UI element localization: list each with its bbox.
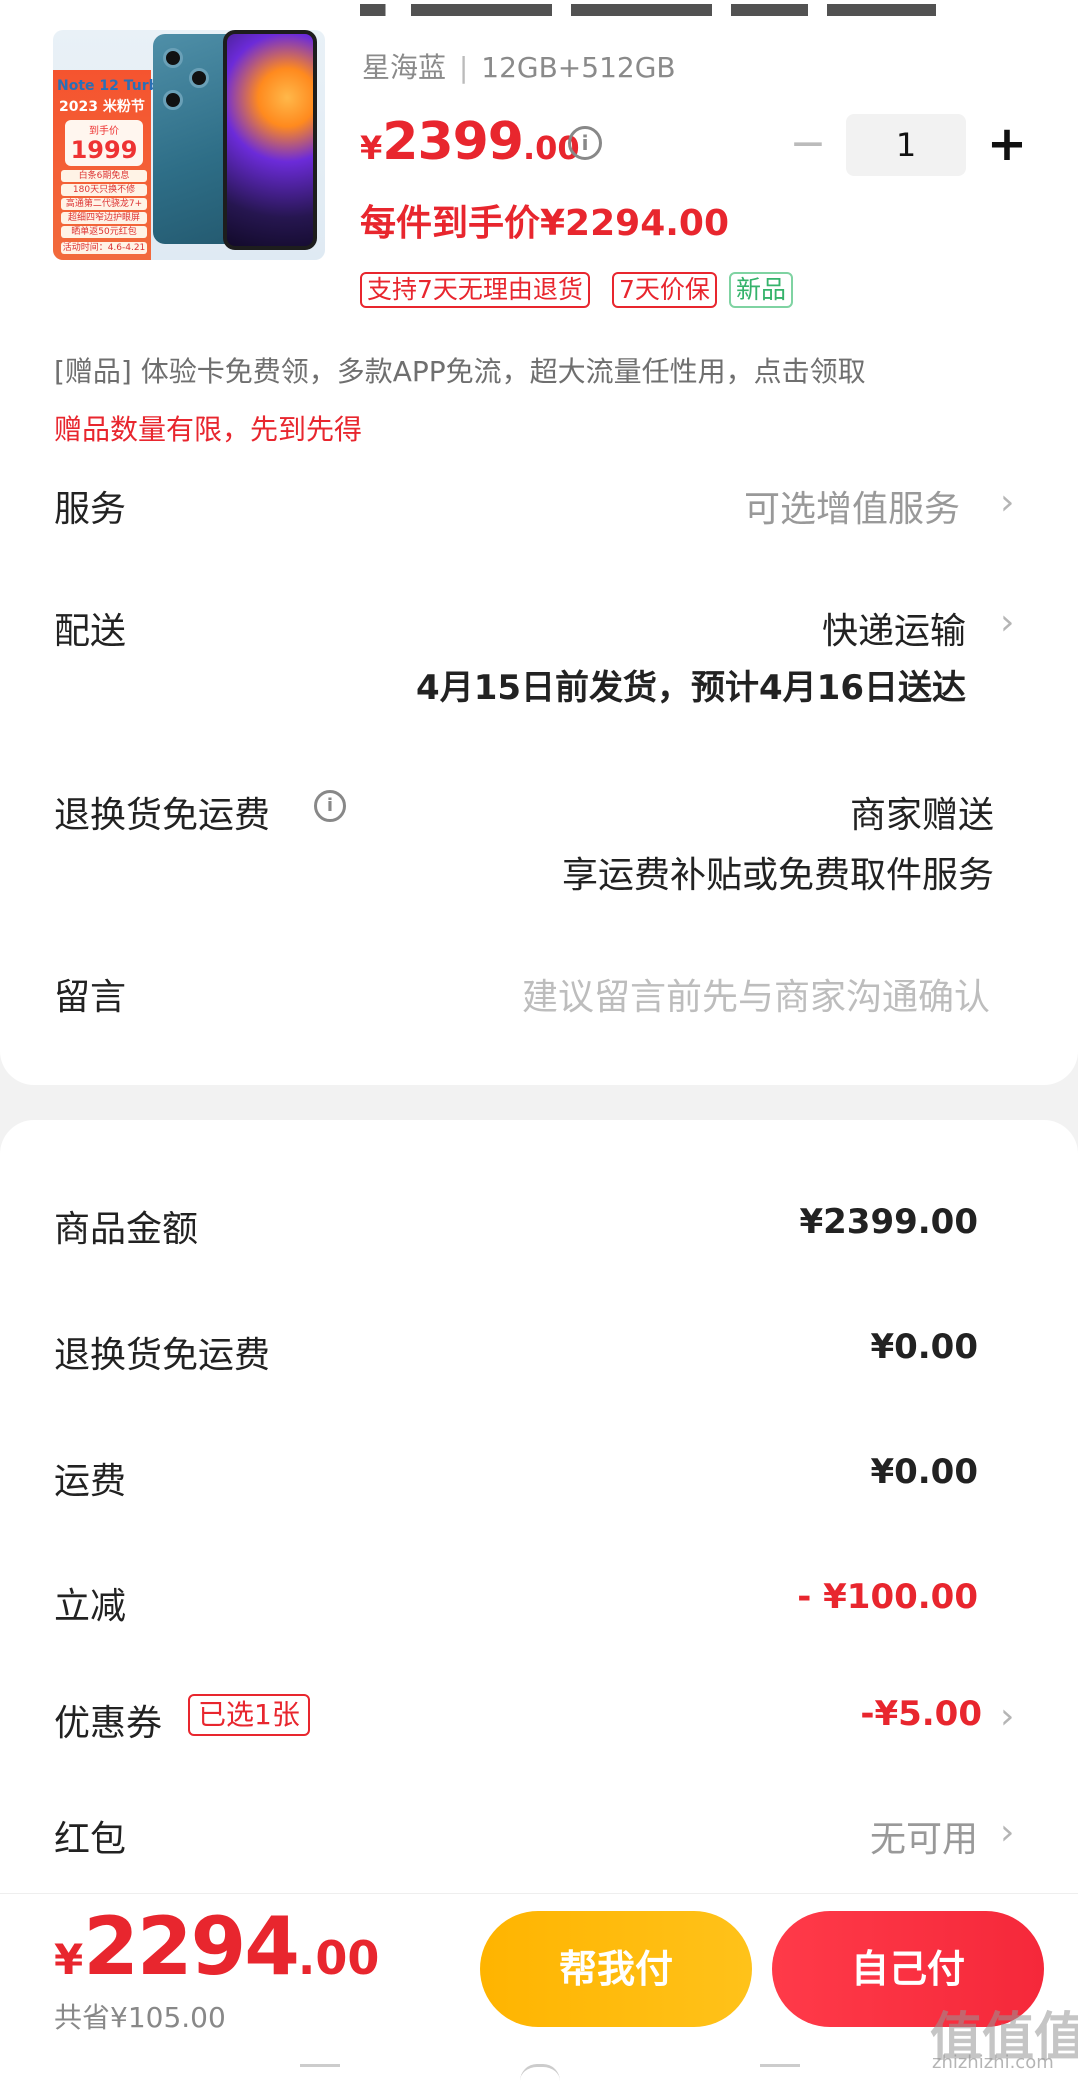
instant-discount-label: 立减 <box>54 1586 127 1627</box>
info-icon[interactable]: i <box>314 790 346 822</box>
gift-info[interactable]: [赠品] 体验卡免费领，多款APP免流，超大流量任性用，点击领取 <box>54 350 866 390</box>
phone-screen-illustration <box>223 30 317 250</box>
promo-price-box: 到手价 1999 <box>65 120 143 166</box>
nav-recent-icon[interactable] <box>760 2064 800 2081</box>
chevron-right-icon[interactable]: › <box>1000 1812 1014 1853</box>
promo-line: 180天只换不修 <box>61 184 147 196</box>
return-shipping-value: 商家赠送 <box>849 795 994 836</box>
product-title-clipped <box>360 4 1000 28</box>
camera-lens-icon <box>163 48 183 68</box>
instant-discount-value: - ¥100.00 <box>797 1577 978 1617</box>
coupon-label: 优惠券 <box>54 1703 163 1744</box>
goods-amount-value: ¥2399.00 <box>799 1202 978 1242</box>
promo-line: 活动时间：4.6-4.21 <box>61 242 147 254</box>
red-packet-value[interactable]: 无可用 <box>870 1810 978 1862</box>
camera-lens-icon <box>189 68 209 88</box>
promo-price-label: 到手价 <box>89 126 119 137</box>
coupon-selected-badge[interactable]: 已选1张 <box>188 1694 310 1736</box>
promo-price: 1999 <box>70 136 138 164</box>
watermark-url: zhizhizhi.com <box>932 2052 1054 2073</box>
spec-color: 星海蓝 <box>362 51 447 84</box>
red-packet-label: 红包 <box>54 1819 127 1860</box>
nav-back-icon[interactable] <box>300 2064 340 2081</box>
product-spec[interactable]: 星海蓝 | 12GB+512GB <box>362 46 676 86</box>
tag-new-product: 新品 <box>729 272 794 308</box>
promo-line: 高通第二代骁龙7+ <box>61 198 147 210</box>
delivery-label: 配送 <box>54 611 127 652</box>
promo-line: 晒单返50元红包 <box>61 226 147 238</box>
coupon-value[interactable]: -¥5.00 <box>860 1694 982 1734</box>
tag-price-protect: 7天价保 <box>612 272 717 308</box>
help-pay-button[interactable]: 帮我付 <box>480 1911 752 2027</box>
return-shipping-label: 退换货免运费 <box>54 795 271 836</box>
promo-model-text: Note 12 Turbo <box>57 78 169 94</box>
total-price: ¥2294.00 <box>54 1900 379 1993</box>
info-icon[interactable]: i <box>568 126 602 160</box>
promo-line: 超细四窄边护眼屏 <box>61 212 147 224</box>
chevron-right-icon[interactable]: › <box>1000 602 1014 643</box>
service-value[interactable]: 可选增值服务 <box>744 480 960 532</box>
price-integer: 2399 <box>382 112 524 172</box>
return-shipping-detail: 享运费补贴或免费取件服务 <box>561 855 994 896</box>
price-currency: ¥ <box>360 129 383 167</box>
total-integer: 2294 <box>83 1900 300 1993</box>
total-saved: 共省¥105.00 <box>54 2001 226 2034</box>
total-decimal: .00 <box>297 1931 380 1985</box>
quantity-input[interactable]: 1 <box>846 114 966 176</box>
spec-storage: 12GB+512GB <box>481 51 676 84</box>
shipping-fee-label: 运费 <box>54 1461 127 1502</box>
message-input[interactable]: 建议留言前先与商家沟通确认 <box>522 968 990 1020</box>
camera-lens-icon <box>163 90 183 110</box>
price-per-item: 每件到手价¥2294.00 <box>360 203 730 244</box>
chevron-right-icon[interactable]: › <box>1000 482 1014 523</box>
return-fee-value: ¥0.00 <box>870 1327 978 1367</box>
promo-festival-text: 2023 米粉节 <box>59 99 145 115</box>
promo-line: 白条6期免息 <box>61 170 147 182</box>
spec-separator: | <box>458 51 469 84</box>
tag-7day-return: 支持7天无理由退货 <box>360 272 590 308</box>
service-label: 服务 <box>54 489 127 530</box>
message-label: 留言 <box>54 977 127 1018</box>
gift-limit-note: 赠品数量有限，先到先得 <box>54 413 363 446</box>
quantity-increase-button[interactable]: + <box>984 120 1030 170</box>
chevron-right-icon[interactable]: › <box>1000 1696 1014 1737</box>
return-fee-label: 退换货免运费 <box>54 1335 271 1376</box>
total-currency: ¥ <box>54 1935 84 1984</box>
delivery-method[interactable]: 快递运输 <box>822 602 966 654</box>
product-image[interactable]: Note 12 Turbo 2023 米粉节 到手价 1999 白条6期免息 1… <box>53 30 325 260</box>
unit-price: ¥2399.00 <box>360 112 580 172</box>
quantity-decrease-button[interactable]: − <box>788 122 828 166</box>
shipping-fee-value: ¥0.00 <box>870 1452 978 1492</box>
goods-amount-label: 商品金额 <box>54 1209 199 1250</box>
delivery-date: 4月15日前发货，预计4月16日送达 <box>416 668 966 708</box>
